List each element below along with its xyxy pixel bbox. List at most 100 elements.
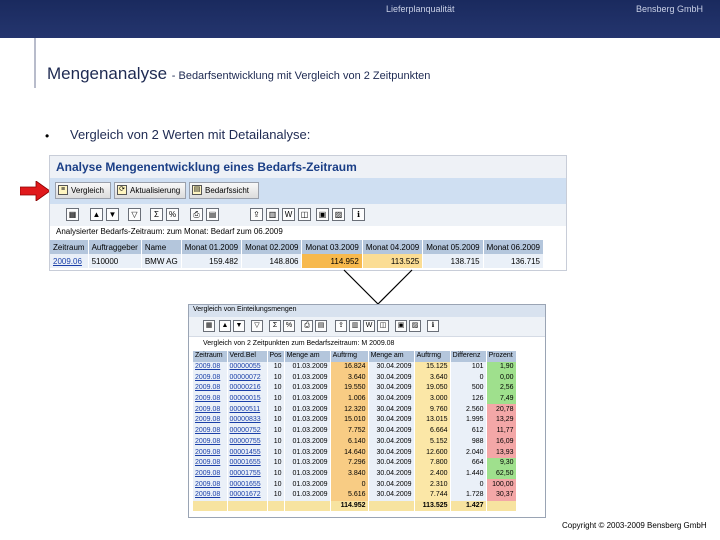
link-cell[interactable]: 00001655 — [227, 479, 268, 490]
info-icon[interactable]: ℹ — [427, 320, 439, 332]
link-cell[interactable]: 00001672 — [227, 489, 268, 501]
sort-desc-icon[interactable]: ▼ — [233, 320, 245, 332]
sum-icon[interactable]: Σ — [269, 320, 281, 332]
col-header[interactable]: Monat 04.2009 — [362, 240, 424, 254]
link-cell[interactable]: 00000511 — [227, 404, 268, 416]
link-cell[interactable]: 2009.08 — [193, 415, 228, 426]
col-header[interactable]: Monat 02.2009 — [241, 240, 303, 254]
link-cell[interactable]: 00000752 — [227, 425, 268, 437]
col-header[interactable]: Verd.Bel — [227, 351, 268, 362]
details-icon[interactable]: ▦ — [203, 320, 215, 332]
link-cell[interactable]: 2009.08 — [193, 383, 228, 394]
col-header[interactable]: Menge am — [368, 351, 415, 362]
word-icon[interactable]: W — [282, 208, 295, 221]
layout-select-icon[interactable]: ▣ — [395, 320, 407, 332]
col-header[interactable]: Zeitraum — [50, 240, 89, 254]
col-header[interactable]: Differenz — [450, 351, 487, 362]
table-cell: 12.600 — [414, 447, 451, 458]
link-cell[interactable]: 00001755 — [227, 468, 268, 480]
table-row[interactable]: 2009.08 00001672 10 01.03.2009 5.616 30.04.20… — [193, 489, 517, 501]
link-cell[interactable]: 2009.08 — [193, 404, 228, 416]
link-cell[interactable]: 2009.08 — [193, 425, 228, 437]
table-cell: 30.04.2009 — [368, 415, 415, 426]
col-header[interactable]: Zeitraum — [193, 351, 228, 362]
link-cell[interactable]: 2009.08 — [193, 468, 228, 480]
table-row[interactable]: 2009.08 00000755 10 01.03.2009 6.140 30.04.20… — [193, 436, 517, 448]
subtotal-icon[interactable]: % — [166, 208, 179, 221]
layout-icon[interactable]: ◫ — [298, 208, 311, 221]
col-header[interactable]: Monat 05.2009 — [422, 240, 484, 254]
col-header[interactable]: Monat 03.2009 — [301, 240, 363, 254]
compare-button[interactable]: ≡ Vergleich — [55, 182, 111, 199]
table-row[interactable]: 2009.08 00000511 10 01.03.2009 12.320 30.04.2… — [193, 404, 517, 416]
export-icon[interactable]: ⇪ — [335, 320, 347, 332]
details-icon[interactable]: ▦ — [66, 208, 79, 221]
table-row[interactable]: 2009.08 00001655 10 01.03.2009 7.296 30.04.20… — [193, 457, 517, 469]
col-header[interactable]: Auftrmg — [330, 351, 369, 362]
col-header[interactable]: Prozent — [486, 351, 517, 362]
table-row[interactable]: 2009.08 00000015 10 01.03.2009 1.006 30.04.20… — [193, 393, 517, 405]
layout-select-icon[interactable]: ▣ — [316, 208, 329, 221]
layout-icon[interactable]: ◫ — [377, 320, 389, 332]
link-cell[interactable]: 00000216 — [227, 383, 268, 394]
table-cell: 01.03.2009 — [284, 479, 331, 490]
filter-icon[interactable]: ▽ — [251, 320, 263, 332]
table-row[interactable]: 2009.08 00000072 10 01.03.2009 3.640 30.04.20… — [193, 372, 517, 384]
link-cell[interactable]: 00000072 — [227, 372, 268, 384]
demand-view-button[interactable]: ▤ Bedarfssicht — [189, 182, 259, 199]
col-header[interactable]: Monat 06.2009 — [483, 240, 544, 254]
link-cell[interactable]: 00000755 — [227, 436, 268, 448]
info-icon[interactable]: ℹ — [352, 208, 365, 221]
view-icon[interactable]: ▤ — [206, 208, 219, 221]
layout-save-icon[interactable]: ▨ — [332, 208, 345, 221]
col-header[interactable]: Auftrmg — [414, 351, 451, 362]
link-cell[interactable]: 00001455 — [227, 447, 268, 458]
link-cell[interactable]: 2009.08 — [193, 479, 228, 490]
alv-toolbar: ▦ ▲ ▼ ▽ Σ % ⎙ ▤ ⇪ ▥ W ◫ ▣ ▨ ℹ — [189, 317, 545, 337]
export-icon[interactable]: ⇪ — [250, 208, 263, 221]
table-row[interactable]: 2009.08 00000055 10 01.03.2009 16.824 30.04.2… — [193, 361, 517, 373]
link-cell[interactable]: 00000833 — [227, 415, 268, 426]
print-icon[interactable]: ⎙ — [190, 208, 203, 221]
link-cell[interactable]: 2009.08 — [193, 489, 228, 501]
total-cell: 1.427 — [450, 500, 487, 512]
col-header[interactable]: Auftraggeber — [88, 240, 142, 254]
subtotal-icon[interactable]: % — [283, 320, 295, 332]
sort-asc-icon[interactable]: ▲ — [90, 208, 103, 221]
link-cell[interactable]: 00000055 — [227, 361, 268, 373]
period-link[interactable]: 2009.06 — [50, 254, 89, 268]
table-cell: 0,00 — [486, 372, 517, 384]
view-icon[interactable]: ▤ — [315, 320, 327, 332]
table-cell: 01.03.2009 — [284, 372, 331, 384]
table-row[interactable]: 2009.08 00000752 10 01.03.2009 7.752 30.04.20… — [193, 425, 517, 437]
sum-icon[interactable]: Σ — [150, 208, 163, 221]
link-cell[interactable]: 2009.08 — [193, 436, 228, 448]
filter-icon[interactable]: ▽ — [128, 208, 141, 221]
print-icon[interactable]: ⎙ — [301, 320, 313, 332]
link-cell[interactable]: 00001655 — [227, 457, 268, 469]
spreadsheet-icon[interactable]: ▥ — [349, 320, 361, 332]
link-cell[interactable]: 2009.08 — [193, 393, 228, 405]
refresh-button[interactable]: ⟳ Aktualisierung — [114, 182, 186, 199]
layout-save-icon[interactable]: ▨ — [409, 320, 421, 332]
spreadsheet-icon[interactable]: ▥ — [266, 208, 279, 221]
demand-view-button-label: Bedarfssicht — [205, 186, 250, 195]
link-cell[interactable]: 2009.08 — [193, 457, 228, 469]
sort-desc-icon[interactable]: ▼ — [106, 208, 119, 221]
col-header[interactable]: Name — [141, 240, 182, 254]
table-row[interactable]: 2009.08 00000216 10 01.03.2009 19.550 30.04.2… — [193, 383, 517, 394]
table-row[interactable]: 2009.08 00000833 10 01.03.2009 15.010 30.04.2… — [193, 415, 517, 426]
table-row[interactable]: 2009.08 00001455 10 01.03.2009 14.640 30.04.2… — [193, 447, 517, 458]
link-cell[interactable]: 2009.08 — [193, 447, 228, 458]
sort-asc-icon[interactable]: ▲ — [219, 320, 231, 332]
col-header[interactable]: Monat 01.2009 — [181, 240, 243, 254]
link-cell[interactable]: 00000015 — [227, 393, 268, 405]
table-row[interactable]: 2009.08 00001755 10 01.03.2009 3.840 30.04.20… — [193, 468, 517, 480]
table-row[interactable]: 2009.08 00001655 10 01.03.2009 0 30.04.2009 2.… — [193, 479, 517, 490]
link-cell[interactable]: 2009.08 — [193, 372, 228, 384]
link-cell[interactable]: 2009.08 — [193, 361, 228, 373]
col-header[interactable]: Pos — [267, 351, 285, 362]
table-row[interactable]: 2009.06 510000 BMW AG 159.482 148.806 11… — [50, 254, 544, 268]
col-header[interactable]: Menge am — [284, 351, 331, 362]
word-icon[interactable]: W — [363, 320, 375, 332]
